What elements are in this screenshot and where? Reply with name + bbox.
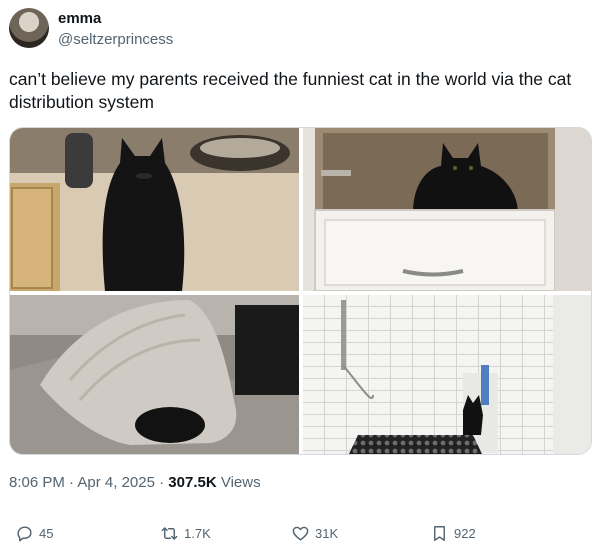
author-handle[interactable]: @seltzerprincess: [58, 31, 173, 48]
media-grid: [9, 127, 592, 455]
avatar[interactable]: [9, 8, 49, 48]
bookmark-count: 922: [454, 526, 476, 541]
action-bar: 45 1.7K 31K 922: [0, 524, 600, 548]
views-label: Views: [220, 474, 261, 491]
tweet-text: can’t believe my parents received the fu…: [9, 69, 572, 112]
heart-icon: [292, 526, 309, 541]
reply-count: 45: [39, 526, 54, 541]
repost-button[interactable]: 1.7K: [160, 524, 211, 543]
photo-cat-under-rug[interactable]: [10, 295, 299, 454]
tweet-date[interactable]: Apr 4, 2025: [77, 474, 155, 491]
tweet-meta: 8:06 PM · Apr 4, 2025 · 307.5K Views: [9, 474, 261, 491]
tweet-time[interactable]: 8:06 PM: [9, 474, 65, 491]
repost-count: 1.7K: [184, 526, 211, 541]
photo-cat-in-shower[interactable]: [303, 295, 591, 454]
repost-icon: [161, 527, 178, 540]
photo-cat-in-cabinet[interactable]: [303, 128, 591, 291]
author-name[interactable]: emma: [58, 10, 101, 27]
reply-button[interactable]: 45: [15, 524, 53, 543]
views-count: 307.5K: [168, 474, 217, 491]
photo-cat-on-counter[interactable]: [10, 128, 299, 291]
meta-separator: ·: [159, 474, 165, 491]
meta-separator: ·: [69, 474, 75, 491]
bookmark-icon: [434, 526, 445, 541]
bookmark-button[interactable]: 922: [430, 524, 476, 543]
like-count: 31K: [315, 526, 339, 541]
like-button[interactable]: 31K: [291, 524, 338, 543]
reply-icon: [17, 526, 32, 542]
